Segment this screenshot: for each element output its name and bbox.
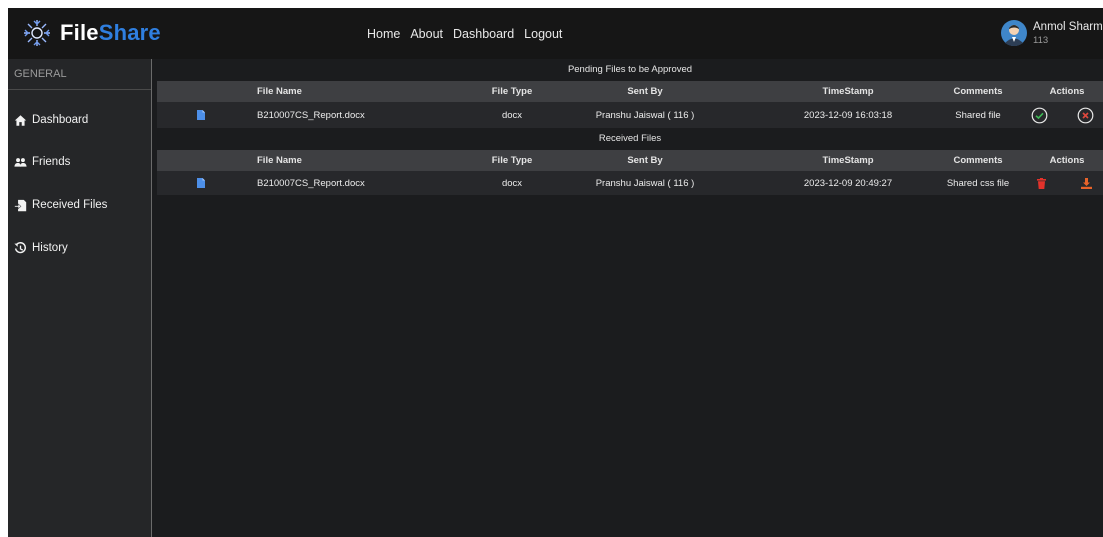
download-button[interactable] xyxy=(1081,171,1092,195)
pending-table-header: File Name File Type Sent By TimeStamp Co… xyxy=(157,81,1103,102)
user-name: Anmol Sharma xyxy=(1033,20,1103,33)
received-files-icon xyxy=(14,199,27,211)
file-cell-icon xyxy=(197,171,205,195)
user-id: 113 xyxy=(1033,34,1049,46)
file-icon xyxy=(197,110,205,120)
comments-cell: Shared file xyxy=(955,109,1001,121)
column-header: Actions xyxy=(1049,155,1085,166)
brand-name: FileShare xyxy=(60,20,161,46)
table-row: B210007CS_Report.docx docx Pranshu Jaisw… xyxy=(157,102,1103,128)
sidebar-item-label: Dashboard xyxy=(32,114,89,126)
sidebar-item-label: History xyxy=(32,242,68,254)
sidebar-item-label: Received Files xyxy=(32,199,108,211)
nav-links: Home About Dashboard Logout xyxy=(367,8,562,59)
sidebar-item-received-files[interactable]: Received Files xyxy=(8,192,151,218)
fileshare-logo-icon xyxy=(24,20,50,46)
approve-button[interactable] xyxy=(1031,102,1048,128)
nav-home-link[interactable]: Home xyxy=(367,27,400,41)
nav-logout-link[interactable]: Logout xyxy=(524,27,562,41)
avatar xyxy=(1001,20,1027,46)
delete-button[interactable] xyxy=(1037,171,1046,195)
column-header: Sent By xyxy=(627,86,663,97)
sent-by-cell: Pranshu Jaiswal ( 116 ) xyxy=(595,109,695,121)
reject-icon xyxy=(1077,107,1094,123)
timestamp-cell: 2023-12-09 16:03:18 xyxy=(803,109,893,121)
nav-dashboard-link[interactable]: Dashboard xyxy=(453,27,514,41)
app-frame: FileShare Home About Dashboard Logout An… xyxy=(8,8,1103,537)
nav-about-link[interactable]: About xyxy=(410,27,443,41)
file-name-cell[interactable]: B210007CS_Report.docx xyxy=(257,171,365,195)
users-icon xyxy=(14,157,27,167)
column-header: Actions xyxy=(1049,86,1085,97)
received-table-header: File Name File Type Sent By TimeStamp Co… xyxy=(157,150,1103,171)
brand-name-part2: Share xyxy=(98,20,161,45)
table-row: B210007CS_Report.docx docx Pranshu Jaisw… xyxy=(157,171,1103,195)
download-icon xyxy=(1081,177,1092,189)
column-header: Sent By xyxy=(627,155,663,166)
column-header: Comments xyxy=(953,86,1003,97)
history-icon xyxy=(14,241,27,253)
file-type-cell: docx xyxy=(501,109,523,121)
file-name-cell[interactable]: B210007CS_Report.docx xyxy=(257,102,365,128)
pending-section-title: Pending Files to be Approved xyxy=(567,64,693,75)
file-icon xyxy=(197,178,205,188)
user-meta: Anmol Sharma 113 xyxy=(1033,21,1103,46)
received-section-title: Received Files xyxy=(598,133,662,144)
comments-cell: Shared css file xyxy=(946,177,1010,189)
column-header: Comments xyxy=(953,155,1003,166)
delete-icon xyxy=(1037,177,1046,189)
reject-button[interactable] xyxy=(1077,102,1094,128)
brand[interactable]: FileShare xyxy=(22,16,161,50)
column-header: File Name xyxy=(257,155,302,166)
sidebar-heading: GENERAL xyxy=(8,59,151,90)
column-header: File Type xyxy=(491,86,533,97)
file-cell-icon xyxy=(197,102,205,128)
column-header: TimeStamp xyxy=(822,155,874,166)
sidebar-item-dashboard[interactable]: Dashboard xyxy=(8,107,151,133)
sidebar: GENERAL Dashboard Friends Received Files xyxy=(8,59,152,537)
sidebar-item-label: Friends xyxy=(32,156,71,168)
file-type-cell: docx xyxy=(501,177,523,189)
column-header: TimeStamp xyxy=(822,86,874,97)
top-navbar: FileShare Home About Dashboard Logout An… xyxy=(8,8,1103,59)
brand-name-part1: File xyxy=(60,20,99,45)
approve-icon xyxy=(1031,107,1048,123)
column-header: File Name xyxy=(257,86,302,97)
home-icon xyxy=(14,114,27,126)
timestamp-cell: 2023-12-09 20:49:27 xyxy=(803,177,893,189)
sidebar-item-history[interactable]: History xyxy=(8,235,151,261)
sidebar-item-friends[interactable]: Friends xyxy=(8,149,151,175)
column-header: File Type xyxy=(491,155,533,166)
user-profile[interactable]: Anmol Sharma 113 xyxy=(1001,16,1103,50)
sent-by-cell: Pranshu Jaiswal ( 116 ) xyxy=(595,177,695,189)
main-content: Pending Files to be Approved File Name F… xyxy=(157,59,1103,195)
